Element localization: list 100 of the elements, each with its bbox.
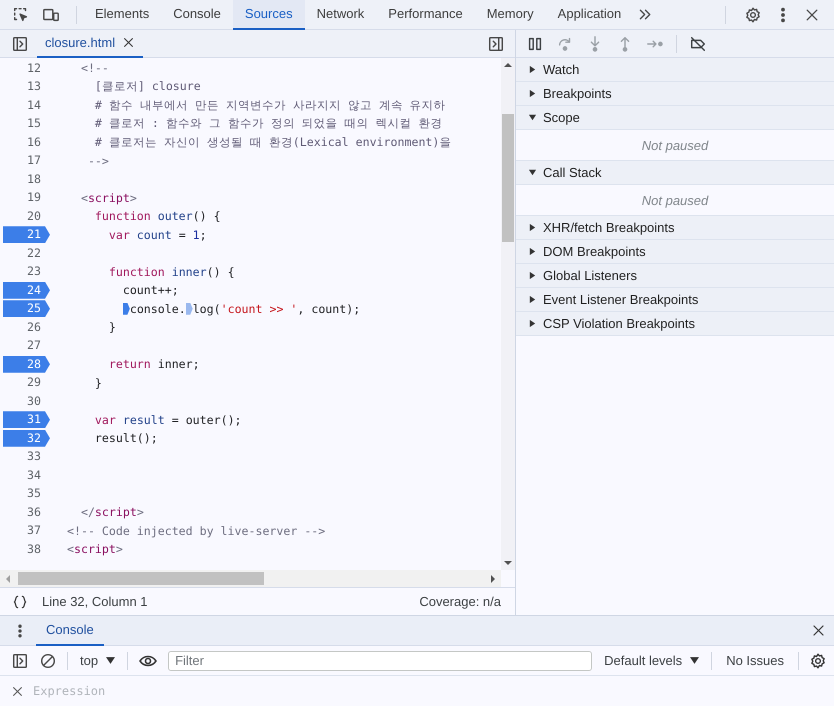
line-number[interactable]: 37 <box>3 522 47 540</box>
code-text: function outer() { <box>94 209 221 224</box>
section-header[interactable]: DOM Breakpoints <box>516 240 834 264</box>
collapsed-triangle-icon[interactable] <box>528 89 537 98</box>
panel-tab[interactable]: Performance <box>376 0 475 30</box>
collapsed-triangle-icon[interactable] <box>528 319 537 328</box>
empty-message: Not paused <box>642 192 708 208</box>
section-header[interactable]: Watch <box>516 58 834 82</box>
line-number[interactable]: 14 <box>3 96 47 114</box>
section-title: Global Listeners <box>543 268 637 283</box>
line-number[interactable]: 19 <box>3 189 47 206</box>
issues-button[interactable]: No Issues <box>722 653 788 668</box>
caret-icon <box>106 657 116 664</box>
line-number[interactable]: 36 <box>3 504 47 521</box>
collapsed-triangle-icon[interactable] <box>528 247 537 256</box>
code-text: result(); <box>94 431 158 446</box>
inspect-icon[interactable] <box>12 6 30 24</box>
code-text: } <box>94 376 102 390</box>
code-text: var result = outer(); <box>94 412 242 427</box>
code-text: function inner() { <box>108 264 235 279</box>
line-number[interactable]: 16 <box>3 134 47 151</box>
close-drawer-icon[interactable] <box>811 623 826 638</box>
caret-icon <box>690 657 700 664</box>
section-title: Breakpoints <box>543 86 612 101</box>
line-number[interactable]: 17 <box>3 152 47 170</box>
empty-message: Not paused <box>642 138 708 152</box>
code-text: </script> <box>80 505 144 520</box>
panel-tab[interactable]: Network <box>304 0 376 30</box>
collapsed-triangle-icon[interactable] <box>528 223 537 232</box>
close-icon[interactable] <box>804 6 820 22</box>
line-number[interactable]: 27 <box>3 337 47 354</box>
breakpoint-marker[interactable]: 28 <box>3 356 50 373</box>
section-title: Call Stack <box>543 165 602 180</box>
code-text: <script> <box>67 542 123 556</box>
section-header[interactable]: Breakpoints <box>516 82 834 106</box>
code-text: log('count >> ', count); <box>192 302 360 316</box>
navigator-toggle-icon[interactable] <box>11 34 29 52</box>
expression-field[interactable]: Expression <box>31 683 235 699</box>
console-settings-icon[interactable] <box>809 652 827 670</box>
expanded-triangle-icon[interactable] <box>528 168 537 177</box>
panel-tab[interactable]: Application <box>546 0 634 30</box>
section-header[interactable]: XHR/fetch Breakpoints <box>516 216 834 240</box>
breakpoint-marker[interactable]: 21 <box>3 226 50 244</box>
section-title: CSP Violation Breakpoints <box>543 316 696 331</box>
collapsed-triangle-icon[interactable] <box>528 295 537 304</box>
cursor-position: Line 32, Column 1 <box>42 594 148 609</box>
settings-icon[interactable] <box>744 6 762 24</box>
inline-breakpoint-icon[interactable] <box>122 302 130 315</box>
section-title: Watch <box>543 62 580 77</box>
line-number[interactable]: 34 <box>3 466 47 484</box>
debugger-toggle-icon[interactable] <box>487 34 505 52</box>
panel-tab[interactable]: Memory <box>474 0 546 30</box>
section-header[interactable]: CSP Violation Breakpoints <box>516 312 834 336</box>
breakpoint-marker[interactable]: 31 <box>3 411 50 428</box>
expanded-triangle-icon[interactable] <box>528 113 537 122</box>
section-title: DOM Breakpoints <box>543 244 646 259</box>
code-text: <!-- Code injected by live-server --> <box>67 524 326 538</box>
section-title: Scope <box>543 110 580 125</box>
line-number[interactable]: 33 <box>3 448 47 466</box>
section-header[interactable]: Scope <box>516 106 834 130</box>
breakpoint-marker[interactable]: 25 <box>3 300 50 318</box>
filter-field[interactable]: Filter <box>168 650 592 670</box>
log-levels-dropdown[interactable]: Default levels <box>602 653 702 668</box>
line-number[interactable]: 30 <box>3 392 47 410</box>
clear-console-icon[interactable] <box>39 652 57 670</box>
line-number[interactable]: 26 <box>3 318 47 336</box>
code-text: console. <box>130 302 186 316</box>
panel-tab[interactable]: Sources <box>232 0 305 30</box>
code-text: } <box>108 320 116 334</box>
remove-expression-icon[interactable] <box>11 684 24 698</box>
collapsed-triangle-icon[interactable] <box>528 65 537 74</box>
line-number[interactable]: 23 <box>3 263 47 280</box>
code-text: [클로저] closure <box>94 79 201 94</box>
line-number[interactable]: 12 <box>3 60 47 77</box>
breakpoint-marker[interactable]: 24 <box>3 282 50 299</box>
deactivate-icon[interactable] <box>689 34 707 52</box>
section-header[interactable]: Call Stack <box>516 161 834 185</box>
pretty-print-icon[interactable] <box>12 594 28 610</box>
collapsed-triangle-icon[interactable] <box>528 271 537 280</box>
close-tab-icon[interactable] <box>122 36 136 49</box>
line-number[interactable]: 18 <box>3 170 47 188</box>
console-sidebar-icon[interactable] <box>11 652 29 670</box>
line-number[interactable]: 22 <box>3 244 47 262</box>
line-number[interactable]: 20 <box>3 208 47 225</box>
vertical-scrollbar[interactable] <box>501 58 515 570</box>
line-number[interactable]: 15 <box>3 115 47 132</box>
line-number[interactable]: 35 <box>3 485 47 502</box>
section-header[interactable]: Event Listener Breakpoints <box>516 288 834 312</box>
breakpoint-marker[interactable]: 32 <box>3 430 50 447</box>
section-header[interactable]: Global Listeners <box>516 264 834 288</box>
line-number[interactable]: 13 <box>3 78 47 96</box>
code-text: <script> <box>80 190 137 205</box>
code-text: # 클로저는 자신이 생성될 때 환경(Lexical environment)을 <box>94 134 452 150</box>
section-title: XHR/fetch Breakpoints <box>543 220 675 235</box>
panel-tab[interactable]: Console <box>161 0 233 30</box>
line-number[interactable]: 29 <box>3 374 47 392</box>
line-number[interactable]: 38 <box>3 540 47 558</box>
context-dropdown[interactable]: top <box>78 653 118 668</box>
panel-tab[interactable]: Elements <box>83 0 162 30</box>
horizontal-scrollbar[interactable] <box>0 570 501 587</box>
